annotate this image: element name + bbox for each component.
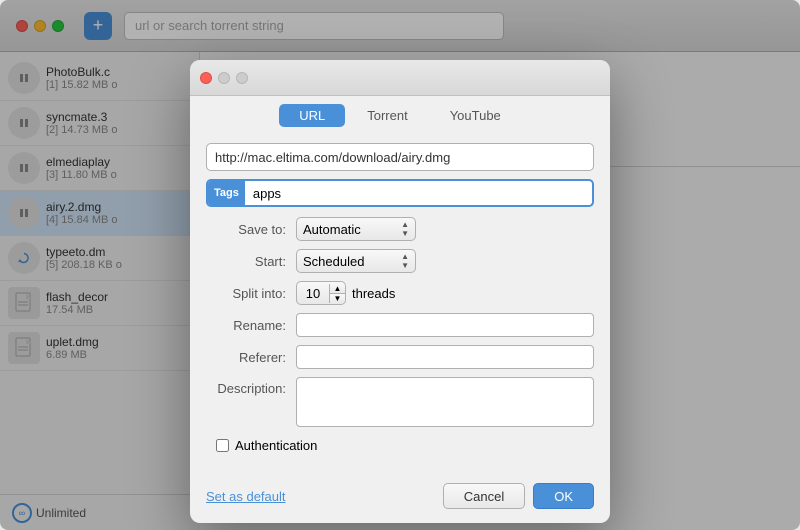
referer-input[interactable] bbox=[296, 345, 594, 369]
start-select-arrows-icon: ▲ ▼ bbox=[401, 252, 409, 270]
ok-button[interactable]: OK bbox=[533, 483, 594, 509]
select-arrows-icon: ▲ ▼ bbox=[401, 220, 409, 238]
tags-input[interactable] bbox=[245, 186, 592, 201]
tab-youtube[interactable]: YouTube bbox=[430, 104, 521, 127]
modal-titlebar bbox=[190, 60, 610, 96]
rename-row: Rename: bbox=[206, 313, 594, 337]
split-into-label: Split into: bbox=[206, 286, 296, 301]
authentication-checkbox[interactable] bbox=[216, 439, 229, 452]
referer-control bbox=[296, 345, 594, 369]
authentication-label: Authentication bbox=[235, 438, 317, 453]
referer-row: Referer: bbox=[206, 345, 594, 369]
description-control bbox=[296, 377, 594, 430]
url-input-wrap bbox=[206, 143, 594, 171]
tags-input-wrap[interactable]: Tags bbox=[206, 179, 594, 207]
split-number-input[interactable]: 10 ▲ ▼ bbox=[296, 281, 346, 305]
spinner-up-button[interactable]: ▲ bbox=[330, 284, 345, 294]
modal-minimize-button[interactable] bbox=[218, 72, 230, 84]
app-window: + url or search torrent string PhotoBulk… bbox=[0, 0, 800, 530]
modal-body: Tags Save to: Automatic ▲ ▼ bbox=[190, 133, 610, 483]
url-input[interactable] bbox=[206, 143, 594, 171]
tab-bar: URL Torrent YouTube bbox=[190, 96, 610, 133]
save-to-select[interactable]: Automatic ▲ ▼ bbox=[296, 217, 416, 241]
authentication-row: Authentication bbox=[206, 438, 594, 453]
save-to-label: Save to: bbox=[206, 222, 296, 237]
start-label: Start: bbox=[206, 254, 296, 269]
description-row: Description: bbox=[206, 377, 594, 430]
modal-close-button[interactable] bbox=[200, 72, 212, 84]
description-label: Description: bbox=[206, 377, 296, 396]
tab-url[interactable]: URL bbox=[279, 104, 345, 127]
referer-label: Referer: bbox=[206, 350, 296, 365]
rename-input[interactable] bbox=[296, 313, 594, 337]
modal-footer: Set as default Cancel OK bbox=[190, 483, 610, 523]
start-value: Scheduled bbox=[303, 254, 364, 269]
add-download-modal: URL Torrent YouTube Tags Save to: bbox=[190, 60, 610, 523]
threads-suffix: threads bbox=[352, 286, 395, 301]
footer-buttons: Cancel OK bbox=[443, 483, 594, 509]
save-to-control: Automatic ▲ ▼ bbox=[296, 217, 594, 241]
start-row: Start: Scheduled ▲ ▼ bbox=[206, 249, 594, 273]
start-select[interactable]: Scheduled ▲ ▼ bbox=[296, 249, 416, 273]
split-into-row: Split into: 10 ▲ ▼ threads bbox=[206, 281, 594, 305]
tags-badge: Tags bbox=[208, 181, 245, 205]
start-control: Scheduled ▲ ▼ bbox=[296, 249, 594, 273]
number-spinners: ▲ ▼ bbox=[329, 284, 345, 303]
cancel-button[interactable]: Cancel bbox=[443, 483, 525, 509]
save-to-value: Automatic bbox=[303, 222, 361, 237]
description-input[interactable] bbox=[296, 377, 594, 427]
set-as-default-button[interactable]: Set as default bbox=[206, 489, 286, 504]
tab-torrent[interactable]: Torrent bbox=[347, 104, 427, 127]
save-to-row: Save to: Automatic ▲ ▼ bbox=[206, 217, 594, 241]
split-number-value: 10 bbox=[297, 286, 329, 301]
modal-zoom-button[interactable] bbox=[236, 72, 248, 84]
rename-label: Rename: bbox=[206, 318, 296, 333]
rename-control bbox=[296, 313, 594, 337]
modal-overlay: URL Torrent YouTube Tags Save to: bbox=[0, 0, 800, 530]
split-into-control: 10 ▲ ▼ threads bbox=[296, 281, 594, 305]
spinner-down-button[interactable]: ▼ bbox=[330, 294, 345, 303]
